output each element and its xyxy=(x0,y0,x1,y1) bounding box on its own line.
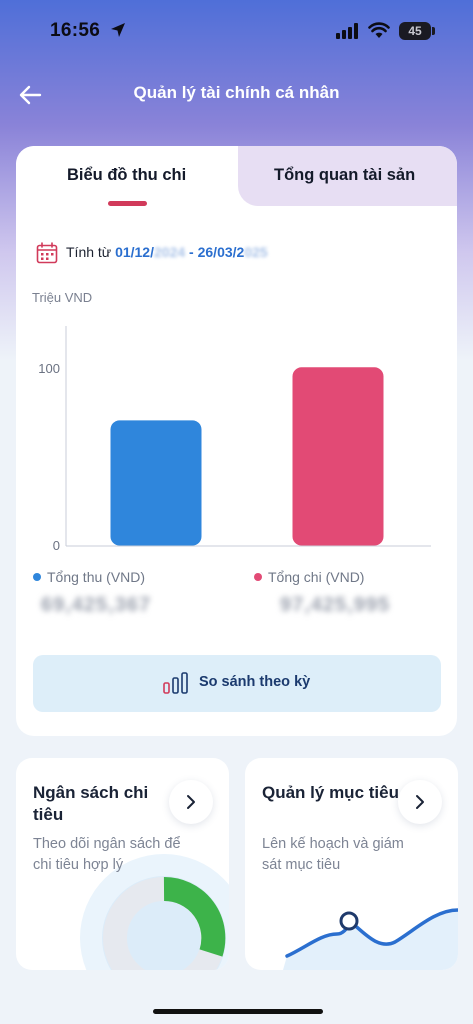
legend-expense-dot xyxy=(254,573,262,581)
chevron-right-icon xyxy=(416,795,424,809)
date-range-prefix: Tính từ xyxy=(66,244,112,260)
bar-compare-icon xyxy=(163,672,188,694)
goal-management-card[interactable]: Quản lý mục tiêu Lên kế hoạch và giám sá… xyxy=(245,758,458,970)
income-expense-bar-chart: 0 100 xyxy=(38,326,431,553)
cellular-signal-icon xyxy=(336,23,358,39)
legend-income-dot xyxy=(33,573,41,581)
legend-expense-label: Tổng chi (VND) xyxy=(268,569,365,585)
income-total-value: 69,425,367 xyxy=(41,594,152,616)
chevron-right-icon xyxy=(187,795,195,809)
compare-by-period-button[interactable]: So sánh theo kỳ xyxy=(33,655,441,712)
date-range-start: 01/12/ xyxy=(115,244,154,260)
bar-expense xyxy=(292,367,384,546)
compare-button-label: So sánh theo kỳ xyxy=(199,674,311,690)
date-range-end: 26/03/2 xyxy=(197,244,245,260)
wifi-icon xyxy=(368,22,390,38)
date-range-end-hidden: 025 xyxy=(244,244,268,260)
location-arrow-icon xyxy=(111,23,125,37)
budget-card[interactable]: Ngân sách chi tiêu Theo dõi ngân sách để… xyxy=(16,758,229,970)
budget-card-title: Ngân sách chi tiêu xyxy=(33,783,149,824)
budget-card-description: Theo dõi ngân sách để chi tiêu hợp lý xyxy=(33,836,181,873)
page-title: Quản lý tài chính cá nhân xyxy=(133,83,340,102)
date-range-start-hidden: 2024 xyxy=(154,244,186,260)
battery-cap xyxy=(432,27,435,35)
tab-asset-overview[interactable]: Tổng quan tài sản xyxy=(238,146,457,206)
expense-total-value: 97,425,995 xyxy=(280,594,391,616)
goal-card-title: Quản lý mục tiêu xyxy=(262,783,399,802)
status-time: 16:56 xyxy=(50,20,101,41)
legend-expense: Tổng chi (VND) xyxy=(254,569,364,585)
active-tab-indicator xyxy=(108,201,147,206)
legend-income: Tổng thu (VND) xyxy=(33,569,145,585)
y-tick-label: 0 xyxy=(53,538,60,553)
nav-header: Quản lý tài chính cá nhân xyxy=(0,72,473,116)
battery-icon: 45 xyxy=(399,22,431,40)
battery-level: 45 xyxy=(408,24,422,38)
tab-asset-overview-label: Tổng quan tài sản xyxy=(274,166,416,184)
date-range-separator: - xyxy=(185,244,198,260)
status-bar: 16:56 45 xyxy=(0,0,473,62)
home-indicator[interactable] xyxy=(153,1009,323,1014)
tab-income-expense-label: Biểu đồ thu chi xyxy=(67,166,187,184)
budget-card-arrow-button[interactable] xyxy=(169,780,213,824)
goal-card-description: Lên kế hoạch và giám sát mục tiêu xyxy=(262,836,404,873)
tab-income-expense-chart[interactable]: Biểu đồ thu chi xyxy=(16,146,238,208)
finance-chart-card: Tổng quan tài sản Biểu đồ thu chi Tính t… xyxy=(16,146,457,736)
y-tick-label: 100 xyxy=(38,361,60,376)
calendar-icon xyxy=(36,242,58,264)
legend-income-label: Tổng thu (VND) xyxy=(47,569,146,585)
goal-card-arrow-button[interactable] xyxy=(398,780,442,824)
date-range-text: Tính từ 01/12/2024 - 26/03/2025 xyxy=(66,244,268,260)
y-axis-unit-label: Triệu VND xyxy=(32,290,93,305)
bar-income xyxy=(110,420,202,546)
